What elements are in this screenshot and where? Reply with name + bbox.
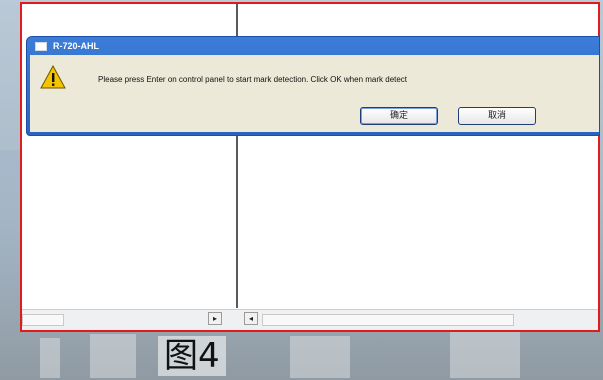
screenshot-frame: R-720-AHL Please press Enter on control …: [20, 2, 600, 332]
right-scroll-track[interactable]: [262, 314, 514, 326]
horizontal-scrollbars: ▸ ◂: [22, 309, 598, 330]
dialog-titlebar[interactable]: R-720-AHL: [27, 37, 599, 55]
warning-icon: [40, 65, 66, 89]
figure-caption: 图4: [158, 336, 226, 376]
dialog-title: R-720-AHL: [53, 41, 100, 51]
left-scroll-track[interactable]: [22, 314, 64, 326]
window-icon: [35, 41, 47, 51]
background-decoration: [0, 150, 22, 330]
scroll-left-icon[interactable]: ◂: [244, 312, 258, 325]
cancel-button[interactable]: 取消: [458, 107, 536, 125]
background-buildings: [0, 330, 603, 380]
dialog-message: Please press Enter on control panel to s…: [98, 75, 408, 84]
scroll-right-icon[interactable]: ▸: [208, 312, 222, 325]
dialog-body: Please press Enter on control panel to s…: [30, 55, 599, 132]
message-dialog: R-720-AHL Please press Enter on control …: [26, 36, 600, 136]
ok-button[interactable]: 确定: [360, 107, 438, 125]
